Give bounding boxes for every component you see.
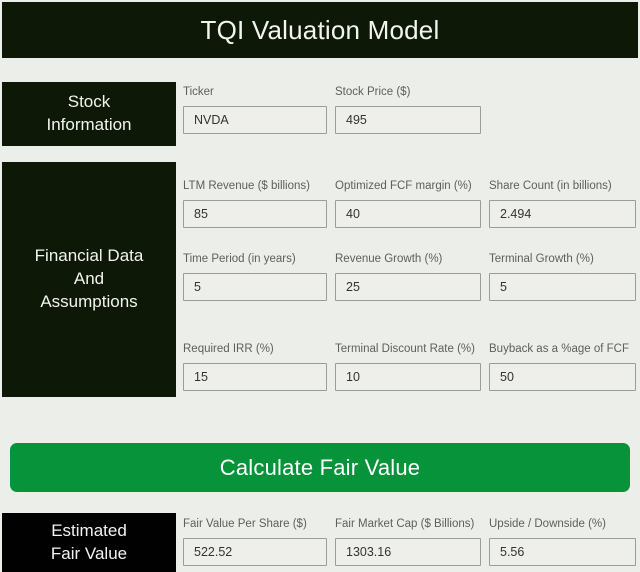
terminal-growth-input[interactable]: 5 <box>489 272 636 301</box>
section-label-estimated-fair-value: Estimated Fair Value <box>2 513 176 572</box>
field-share-count: Share Count (in billions) 2.494 <box>489 180 636 228</box>
field-required-irr: Required IRR (%) 15 <box>183 343 327 391</box>
field-label-upside-downside: Upside / Downside (%) <box>489 518 606 530</box>
app-header: TQI Valuation Model <box>2 2 638 58</box>
optimized-fcf-margin-input[interactable]: 40 <box>335 199 481 228</box>
calculate-fair-value-button[interactable]: Calculate Fair Value <box>10 443 630 492</box>
buyback-percentage-input[interactable]: 50 <box>489 362 636 391</box>
field-optimized-fcf-margin: Optimized FCF margin (%) 40 <box>335 180 481 228</box>
field-buyback-percentage: Buyback as a %age of FCF 50 <box>489 343 636 391</box>
section-label-stock-line2: Information <box>46 115 132 134</box>
field-label-revenue-growth: Revenue Growth (%) <box>335 253 443 265</box>
field-label-terminal-growth: Terminal Growth (%) <box>489 253 594 265</box>
field-ticker: Ticker NVDA <box>183 86 327 134</box>
fair-value-per-share-value: 522.52 <box>183 537 327 566</box>
field-label-buyback-percentage: Buyback as a %age of FCF <box>489 343 629 355</box>
field-terminal-discount-rate: Terminal Discount Rate (%) 10 <box>335 343 481 391</box>
required-irr-input[interactable]: 15 <box>183 362 327 391</box>
field-label-ticker: Ticker <box>183 86 214 98</box>
section-label-financial-data: Financial Data And Assumptions <box>2 162 176 397</box>
field-label-ltm-revenue: LTM Revenue ($ billions) <box>183 180 310 192</box>
section-label-financial-line1: Financial Data <box>34 246 144 266</box>
stock-price-input[interactable]: 495 <box>335 105 481 134</box>
fair-market-cap-value: 1303.16 <box>335 537 481 566</box>
field-label-fair-value-per-share: Fair Value Per Share ($) <box>183 518 307 530</box>
field-stock-price: Stock Price ($) 495 <box>335 86 481 134</box>
section-label-financial-line3: Assumptions <box>40 291 138 311</box>
field-fair-market-cap: Fair Market Cap ($ Billions) 1303.16 <box>335 518 481 566</box>
field-label-terminal-discount-rate: Terminal Discount Rate (%) <box>335 343 475 355</box>
field-revenue-growth: Revenue Growth (%) 25 <box>335 253 481 301</box>
field-terminal-growth: Terminal Growth (%) 5 <box>489 253 636 301</box>
section-label-stock-line1: Stock <box>67 92 111 112</box>
time-period-input[interactable]: 5 <box>183 272 327 301</box>
field-time-period: Time Period (in years) 5 <box>183 253 327 301</box>
field-fair-value-per-share: Fair Value Per Share ($) 522.52 <box>183 518 327 566</box>
field-label-stock-price: Stock Price ($) <box>335 86 411 98</box>
section-label-financial-line2: And <box>73 269 105 289</box>
share-count-input[interactable]: 2.494 <box>489 199 636 228</box>
field-upside-downside: Upside / Downside (%) 5.56 <box>489 518 636 566</box>
field-label-share-count: Share Count (in billions) <box>489 180 612 192</box>
page-title: TQI Valuation Model <box>200 15 440 45</box>
ltm-revenue-input[interactable]: 85 <box>183 199 327 228</box>
field-label-fair-market-cap: Fair Market Cap ($ Billions) <box>335 518 475 530</box>
section-label-stock-information: Stock Information <box>2 82 176 146</box>
upside-downside-value: 5.56 <box>489 537 636 566</box>
field-label-required-irr: Required IRR (%) <box>183 343 274 355</box>
field-ltm-revenue: LTM Revenue ($ billions) 85 <box>183 180 327 228</box>
section-label-estimated-line1: Estimated <box>51 520 127 540</box>
field-label-time-period: Time Period (in years) <box>183 253 296 265</box>
field-label-optimized-fcf-margin: Optimized FCF margin (%) <box>335 180 472 192</box>
ticker-input[interactable]: NVDA <box>183 105 327 134</box>
valuation-model-app: TQI Valuation Model Stock Information Ti… <box>0 0 640 572</box>
terminal-discount-rate-input[interactable]: 10 <box>335 362 481 391</box>
revenue-growth-input[interactable]: 25 <box>335 272 481 301</box>
section-label-estimated-line2: Fair Value <box>50 543 128 563</box>
